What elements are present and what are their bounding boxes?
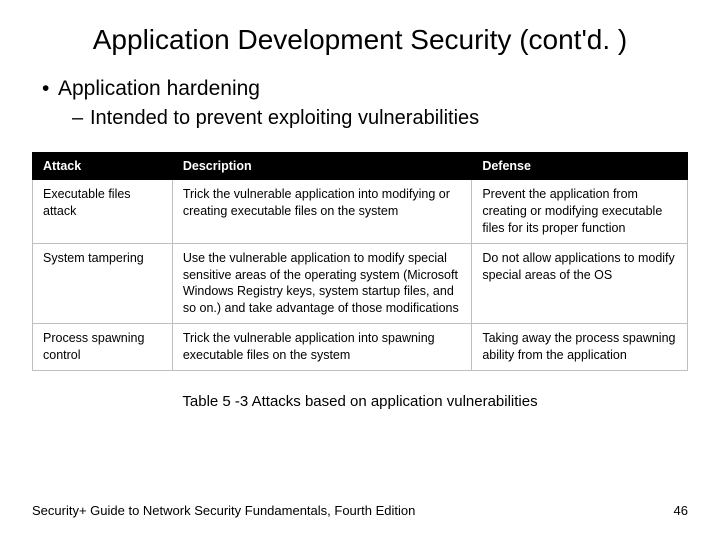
table-row: Process spawning control Trick the vulne… [33,324,688,371]
cell-description: Trick the vulnerable application into sp… [172,324,471,371]
cell-defense: Do not allow applications to modify spec… [472,243,688,324]
col-header-defense: Defense [472,153,688,180]
table-row: System tampering Use the vulnerable appl… [33,243,688,324]
bullet-level-2: –Intended to prevent exploiting vulnerab… [72,107,688,130]
footer: Security+ Guide to Network Security Fund… [32,503,688,518]
cell-attack: Process spawning control [33,324,173,371]
bullet-2-text: Intended to prevent exploiting vulnerabi… [90,107,479,129]
bullet-dot-icon: • [42,77,58,101]
page-number: 46 [674,503,688,518]
table-row: Executable files attack Trick the vulner… [33,180,688,244]
cell-attack: Executable files attack [33,180,173,244]
slide-title: Application Development Security (cont'd… [32,22,688,57]
footer-source: Security+ Guide to Network Security Fund… [32,503,415,518]
attacks-table: Attack Description Defense Executable fi… [32,152,688,371]
table-header-row: Attack Description Defense [33,153,688,180]
bullet-level-1: •Application hardening [42,77,688,101]
cell-defense: Prevent the application from creating or… [472,180,688,244]
col-header-attack: Attack [33,153,173,180]
cell-description: Trick the vulnerable application into mo… [172,180,471,244]
col-header-description: Description [172,153,471,180]
cell-attack: System tampering [33,243,173,324]
table-caption: Table 5 -3 Attacks based on application … [32,393,688,410]
bullet-1-text: Application hardening [58,77,260,100]
bullet-list: •Application hardening –Intended to prev… [42,77,688,130]
slide: Application Development Security (cont'd… [0,0,720,540]
bullet-dash-icon: – [72,107,90,130]
attacks-table-wrap: Attack Description Defense Executable fi… [32,152,688,371]
cell-description: Use the vulnerable application to modify… [172,243,471,324]
cell-defense: Taking away the process spawning ability… [472,324,688,371]
